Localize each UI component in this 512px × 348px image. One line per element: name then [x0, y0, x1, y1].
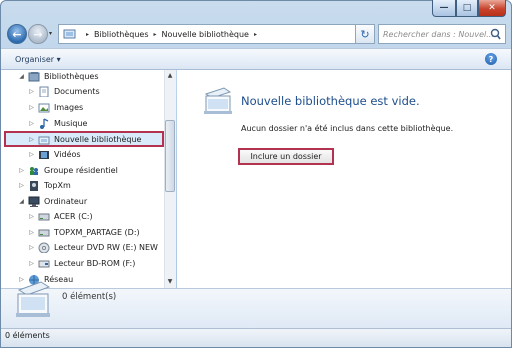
collapse-arrow-icon[interactable]: ◢ — [17, 198, 26, 205]
expand-arrow-icon[interactable]: ▷ — [27, 136, 36, 143]
empty-library-description: Aucun dossier n'a été inclus dans cette … — [241, 124, 454, 133]
tree-item-nouvelle-biblioth-que[interactable]: ▷ Nouvelle bibliothèque — [27, 132, 141, 147]
library-icon — [63, 29, 76, 39]
caption-buttons: — □ ✕ — [432, 0, 506, 18]
forward-button[interactable]: → — [28, 24, 48, 44]
include-folder-button[interactable]: Inclure un dossier — [238, 148, 334, 165]
empty-library-icon — [204, 87, 232, 114]
empty-library-title: Nouvelle bibliothèque est vide. — [241, 94, 420, 108]
refresh-button[interactable]: ↻ — [355, 24, 375, 44]
expand-arrow-icon[interactable]: ▷ — [27, 104, 36, 111]
search-placeholder: Rechercher dans : Nouvel... — [383, 29, 494, 39]
item-count-detail: 0 élément(s) — [62, 292, 117, 302]
tree-item-topxm-partage-d[interactable]: ▷ TOPXM_PARTAGE (D:) — [27, 225, 140, 240]
bd-drive-icon — [38, 260, 50, 268]
address-bar[interactable]: ▸ Bibliothèques ▸ Nouvelle bibliothèque … — [58, 24, 371, 44]
hard-drive-icon — [38, 213, 50, 221]
tree-item-label: Bibliothèques — [44, 72, 99, 81]
organiser-menu-button[interactable]: Organiser ▾ — [15, 55, 61, 64]
breadcrumb-libraries[interactable]: Bibliothèques — [94, 30, 149, 39]
dvd-drive-icon — [38, 242, 50, 253]
expand-arrow-icon[interactable]: ▷ — [27, 151, 36, 158]
status-bar — [1, 328, 511, 347]
tree-item-musique[interactable]: ▷ Musique — [27, 116, 87, 131]
breadcrumb-separator-icon[interactable]: ▸ — [254, 31, 257, 38]
scroll-up-arrow-icon[interactable]: ▲ — [164, 70, 176, 82]
tree-item-lecteur-bd-rom-f[interactable]: ▷ Lecteur BD-ROM (F:) — [27, 256, 135, 271]
tree-item-label: TOPXM_PARTAGE (D:) — [54, 228, 140, 237]
documents-icon — [39, 86, 49, 97]
tree-item-label: ACER (C:) — [54, 212, 93, 221]
tree-item-label: Lecteur BD-ROM (F:) — [54, 259, 136, 268]
expand-arrow-icon[interactable]: ▷ — [27, 120, 36, 127]
expand-arrow-icon[interactable]: ▷ — [27, 244, 36, 251]
expand-arrow-icon[interactable]: ▷ — [27, 213, 36, 220]
command-bar: Organiser ▾ ? — [1, 48, 511, 70]
close-button[interactable]: ✕ — [478, 0, 506, 17]
tree-item-biblioth-ques[interactable]: ◢ Bibliothèques — [17, 69, 99, 84]
back-button[interactable]: ← — [7, 24, 27, 44]
tree-item-documents[interactable]: ▷ Documents — [27, 84, 100, 99]
tree-item-label: Documents — [54, 87, 100, 96]
tree-item-topxm[interactable]: ▷ TopXm — [17, 178, 71, 193]
collapse-arrow-icon[interactable]: ◢ — [17, 73, 26, 80]
tree-item-vid-os[interactable]: ▷ Vidéos — [27, 147, 81, 162]
tree-item-label: Nouvelle bibliothèque — [54, 135, 142, 144]
recent-pages-dropdown[interactable]: ▾ — [49, 30, 52, 37]
homegroup-icon — [30, 167, 38, 175]
expand-arrow-icon[interactable]: ▷ — [27, 260, 36, 267]
computer-icon — [28, 196, 40, 207]
tree-item-label: Ordinateur — [44, 197, 88, 206]
maximize-button[interactable]: □ — [456, 0, 478, 17]
libraries-icon — [28, 72, 40, 82]
expand-arrow-icon[interactable]: ▷ — [27, 229, 36, 236]
status-item-count: 0 éléments — [5, 331, 50, 340]
tree-item-groupe-r-sidentiel[interactable]: ▷ Groupe résidentiel — [17, 163, 118, 178]
tree-item-label: Images — [54, 103, 84, 112]
tree-item-label: Groupe résidentiel — [44, 166, 118, 175]
minimize-button[interactable]: — — [432, 0, 456, 17]
tree-item-label: Musique — [54, 119, 88, 128]
videos-icon — [39, 151, 49, 159]
breadcrumb-separator-icon: ▸ — [153, 30, 157, 38]
tree-item-label: Vidéos — [54, 150, 81, 159]
tree-item-lecteur-dvd-rw-e-new[interactable]: ▷ Lecteur DVD RW (E:) NEW — [27, 240, 158, 255]
search-icon[interactable] — [490, 28, 501, 40]
tree-item-acer-c[interactable]: ▷ ACER (C:) — [27, 209, 93, 224]
help-icon[interactable]: ? — [485, 53, 497, 65]
breadcrumb-separator-icon: ▸ — [86, 30, 90, 38]
expand-arrow-icon[interactable]: ▷ — [17, 167, 26, 174]
user-folder-icon — [30, 181, 38, 191]
tree-item-images[interactable]: ▷ Images — [27, 100, 83, 115]
expand-arrow-icon[interactable]: ▷ — [17, 182, 26, 189]
breadcrumb-new-library[interactable]: Nouvelle bibliothèque — [162, 30, 249, 39]
hard-drive-icon — [38, 229, 50, 237]
tree-item-label: Lecteur DVD RW (E:) NEW — [54, 243, 158, 252]
search-input[interactable]: Rechercher dans : Nouvel... — [378, 24, 506, 44]
library-large-icon — [16, 281, 51, 317]
images-icon — [38, 103, 50, 113]
music-icon — [40, 118, 49, 129]
tree-item-ordinateur[interactable]: ◢ Ordinateur — [17, 194, 87, 209]
tree-item-label: TopXm — [44, 181, 71, 190]
expand-arrow-icon[interactable]: ▷ — [27, 88, 36, 95]
scroll-thumb[interactable] — [165, 120, 175, 192]
library-icon — [38, 136, 50, 145]
scroll-down-arrow-icon[interactable]: ▼ — [164, 276, 176, 288]
